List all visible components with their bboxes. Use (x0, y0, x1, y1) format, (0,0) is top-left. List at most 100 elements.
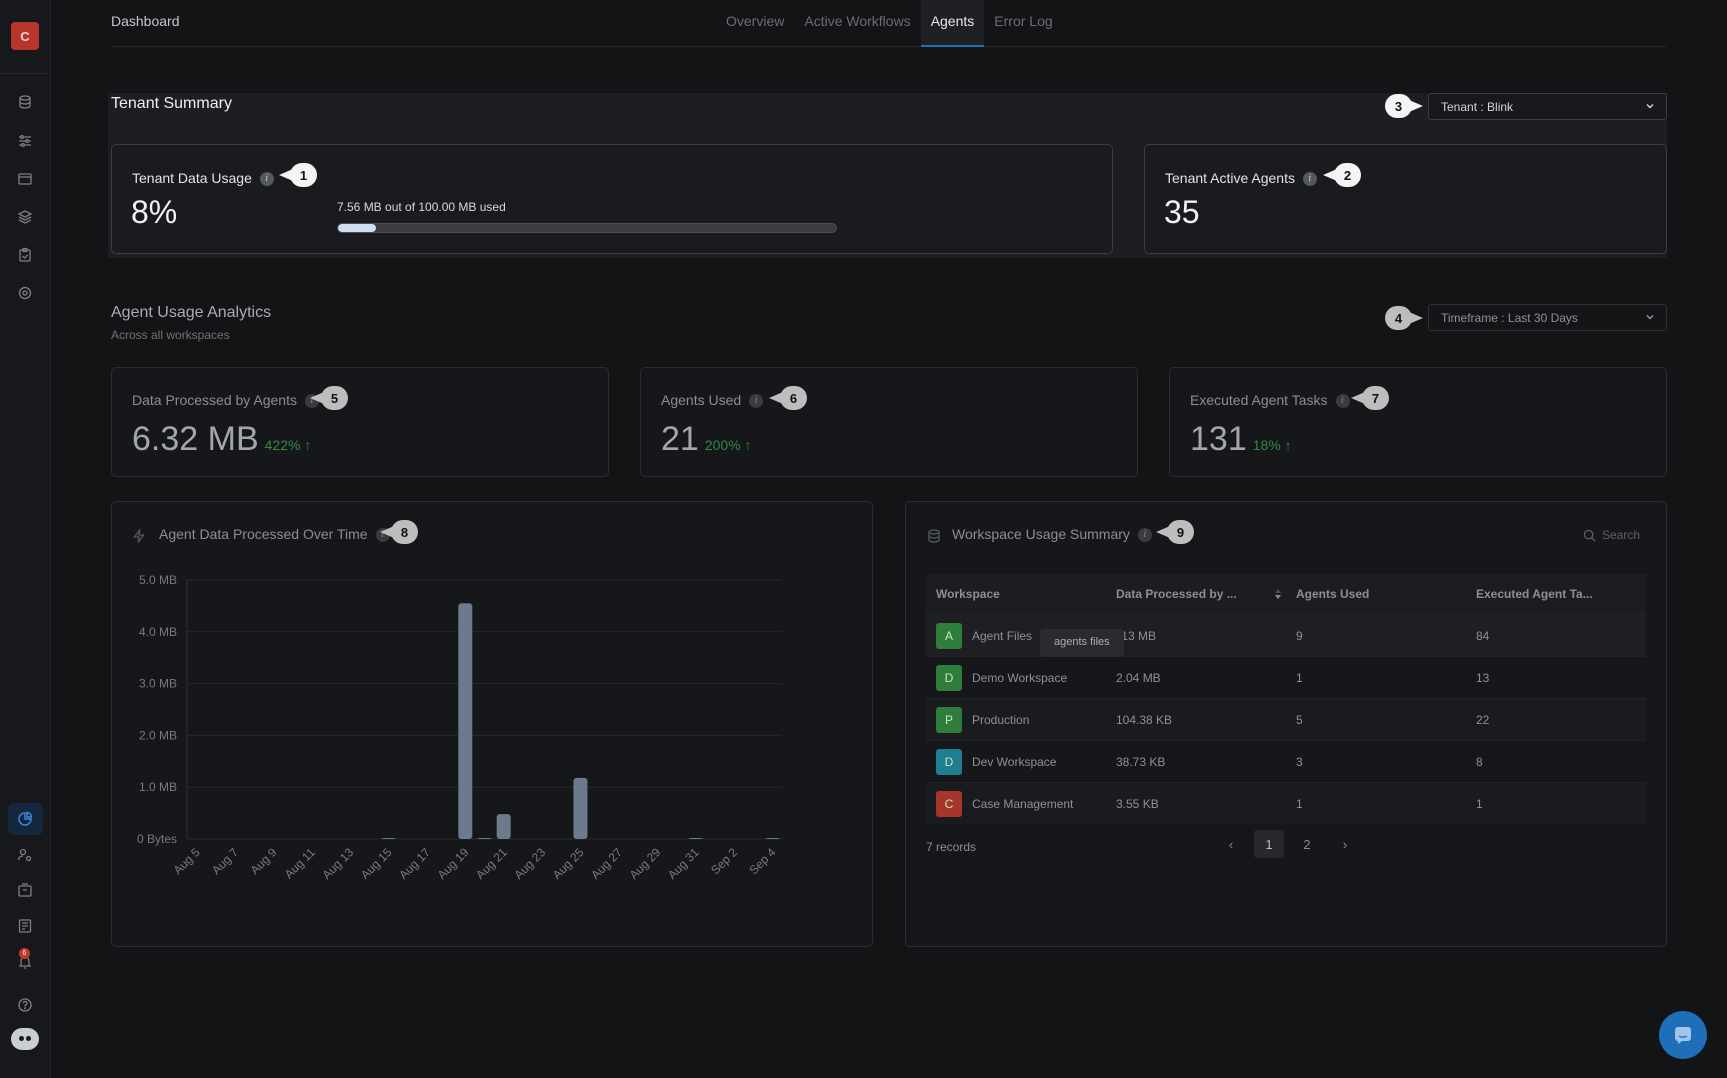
x-tick-label: Aug 29 (627, 845, 664, 882)
prev-page-icon[interactable]: ‹ (1216, 830, 1246, 858)
table-footer: 7 records ‹ 1 2 › (926, 830, 1646, 858)
callout-4: 4 (1385, 306, 1423, 330)
agents-used-delta: 200% ↑ (704, 437, 752, 453)
data-processed-value: 6.32 MB 422% ↑ (132, 420, 312, 458)
info-icon[interactable]: i (1302, 172, 1317, 187)
executed-tasks-cell: 13 (1476, 670, 1490, 685)
window-icon[interactable] (15, 169, 35, 189)
table-row[interactable]: P Production 104.38 KB 5 22 (926, 698, 1646, 740)
workspace-avatar: D (936, 748, 962, 775)
tenant-usage-progress-fill (338, 224, 376, 232)
inbox-icon[interactable] (15, 880, 35, 900)
x-tick-label: Aug 7 (209, 845, 241, 877)
tenant-usage-progress-bar (337, 223, 837, 233)
workspace-name[interactable]: Agent Files (972, 629, 1032, 643)
next-page-icon[interactable]: › (1330, 830, 1360, 858)
x-tick-label: Aug 31 (665, 845, 702, 882)
clipboard-icon[interactable] (15, 245, 35, 265)
layers-icon[interactable] (15, 207, 35, 227)
target-icon[interactable] (15, 283, 35, 303)
chat-button[interactable] (1659, 1011, 1707, 1059)
table-row[interactable]: A Agent Files agents files .13 MB 9 84 (926, 614, 1646, 657)
chevron-down-icon (1646, 314, 1654, 320)
executed-tasks-card: Executed Agent Tasks i 7 131 18% ↑ (1169, 367, 1667, 477)
workspace-avatar: D (936, 664, 962, 691)
column-header-workspace[interactable]: Workspace (926, 587, 1106, 601)
workspace-name[interactable]: Demo Workspace (972, 671, 1067, 685)
callout-1: 1 (279, 163, 317, 187)
chart-bar (688, 838, 703, 839)
x-tick-label: Sep 4 (746, 845, 778, 877)
info-icon[interactable]: i (259, 172, 274, 187)
chart-bar (477, 838, 492, 839)
workspace-usage-title: Workspace Usage Summary i (952, 526, 1152, 543)
tab-error-log[interactable]: Error Log (984, 0, 1062, 47)
analytics-title: Agent Usage Analytics (111, 304, 272, 321)
user-gear-icon[interactable] (15, 845, 35, 865)
callout-2: 2 (1323, 163, 1361, 187)
table-row[interactable]: D Dev Workspace 38.73 KB 3 8 (926, 740, 1646, 782)
brand-logo[interactable]: C (11, 22, 39, 50)
workspace-name[interactable]: Dev Workspace (972, 755, 1056, 769)
tab-overview[interactable]: Overview (716, 0, 794, 47)
tenant-data-usage-card: Tenant Data Usage i 1 8% 7.56 MB out of 1… (111, 144, 1113, 254)
search-input[interactable]: Search (1583, 528, 1640, 542)
table-row[interactable]: D Demo Workspace 2.04 MB 1 13 (926, 656, 1646, 698)
table-row[interactable]: C Case Management 3.55 KB 1 1 (926, 782, 1646, 824)
chart-bar (573, 777, 588, 839)
info-icon[interactable]: i (749, 394, 764, 409)
workspace-name-cell: D Demo Workspace (926, 664, 1106, 691)
chart-bar (458, 603, 473, 839)
workspace-name[interactable]: Case Management (972, 797, 1073, 811)
app-root: C 6 Dashboard Overview Active Workflows … (0, 0, 1727, 1078)
tab-active-workflows[interactable]: Active Workflows (794, 0, 920, 47)
records-count: 7 records (926, 840, 977, 854)
timeframe-select[interactable]: Timeframe : Last 30 Days (1428, 304, 1667, 331)
workspace-table: Workspace Data Processed by ... Agents U… (926, 574, 1646, 824)
document-list-icon[interactable] (15, 916, 35, 936)
x-tick-label: Aug 11 (282, 845, 318, 881)
chevron-down-icon (1646, 103, 1654, 109)
callout-7: 7 (1351, 386, 1389, 410)
tab-agents[interactable]: Agents (920, 0, 985, 47)
x-tick-label: Aug 5 (171, 845, 203, 877)
bot-icon[interactable] (11, 1028, 39, 1050)
page-1-button[interactable]: 1 (1254, 830, 1284, 858)
top-nav: Dashboard Overview Active Workflows Agen… (111, 0, 1666, 47)
x-tick-label: Aug 23 (511, 845, 548, 882)
tab-bar: Overview Active Workflows Agents Error L… (716, 0, 1063, 47)
tenant-active-agents-label: Tenant Active Agents i (1165, 170, 1317, 187)
workspace-avatar: P (936, 706, 962, 733)
tenant-active-agents-value: 35 (1164, 194, 1200, 230)
search-placeholder: Search (1601, 528, 1640, 542)
column-header-agents-used[interactable]: Agents Used (1286, 587, 1466, 601)
data-processed-cell: 3.55 KB (1116, 796, 1159, 811)
sliders-icon[interactable] (15, 131, 35, 151)
sort-icon[interactable] (1273, 588, 1283, 600)
y-tick-label: 0 Bytes (137, 832, 177, 846)
info-icon[interactable]: i (1137, 528, 1152, 543)
workspace-name[interactable]: Production (972, 713, 1029, 727)
page-2-button[interactable]: 2 (1292, 830, 1322, 858)
agents-used-label: Agents Used i (661, 392, 764, 409)
y-tick-label: 4.0 MB (139, 625, 177, 639)
help-icon[interactable] (15, 995, 35, 1015)
executed-tasks-cell: 8 (1476, 754, 1483, 769)
table-body: A Agent Files agents files .13 MB 9 84 D Demo W… (926, 614, 1646, 824)
tenant-usage-text: 7.56 MB out of 100.00 MB used (337, 200, 506, 214)
y-tick-label: 3.0 MB (139, 677, 177, 691)
agents-used-value: 21 200% ↑ (661, 420, 752, 458)
x-tick-label: Aug 27 (588, 845, 625, 882)
callout-5: 5 (310, 386, 348, 410)
sidebar: C 6 (0, 0, 51, 1078)
workspace-name-cell: P Production (926, 706, 1106, 733)
column-header-executed-tasks[interactable]: Executed Agent Ta... (1466, 587, 1646, 601)
x-tick-label: Aug 13 (319, 845, 356, 882)
chart-bar (496, 814, 511, 839)
tenant-select[interactable]: Tenant : Blink (1428, 93, 1667, 120)
database-icon[interactable] (15, 92, 35, 112)
executed-tasks-cell: 22 (1476, 712, 1490, 727)
info-icon[interactable]: i (1335, 394, 1350, 409)
pie-chart-icon[interactable] (15, 809, 35, 829)
column-header-data-processed[interactable]: Data Processed by ... (1106, 587, 1286, 601)
